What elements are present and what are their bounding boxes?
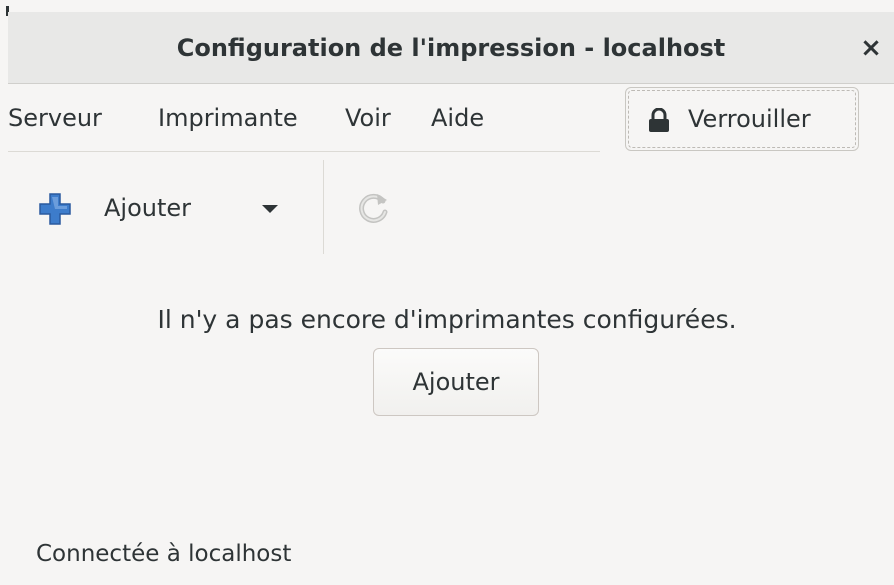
lock-button[interactable]: Verrouiller [625, 87, 859, 151]
empty-printers-message: Il n'y a pas encore d'imprimantes config… [157, 305, 737, 334]
window-title: Configuration de l'impression - localhos… [176, 34, 726, 62]
menu-separator [8, 151, 600, 152]
add-dropdown-label: Ajouter [104, 194, 192, 222]
add-printer-button[interactable]: Ajouter [373, 348, 539, 416]
title-bar[interactable]: Configuration de l'impression - localhos… [8, 12, 894, 84]
menu-serveur[interactable]: Serveur [8, 96, 102, 140]
plus-icon [39, 193, 71, 225]
menu-imprimante[interactable]: Imprimante [158, 96, 298, 140]
toolbar-separator [323, 160, 324, 254]
add-printer-dropdown[interactable]: Ajouter [30, 176, 300, 240]
caret-down-icon [262, 205, 278, 213]
lock-button-label: Verrouiller [688, 105, 811, 133]
status-bar-text: Connectée à localhost [36, 541, 292, 567]
close-icon[interactable]: × [854, 31, 888, 65]
lock-icon [649, 108, 669, 132]
menu-aide[interactable]: Aide [431, 96, 484, 140]
menu-voir[interactable]: Voir [345, 96, 391, 140]
refresh-icon[interactable] [356, 190, 392, 226]
